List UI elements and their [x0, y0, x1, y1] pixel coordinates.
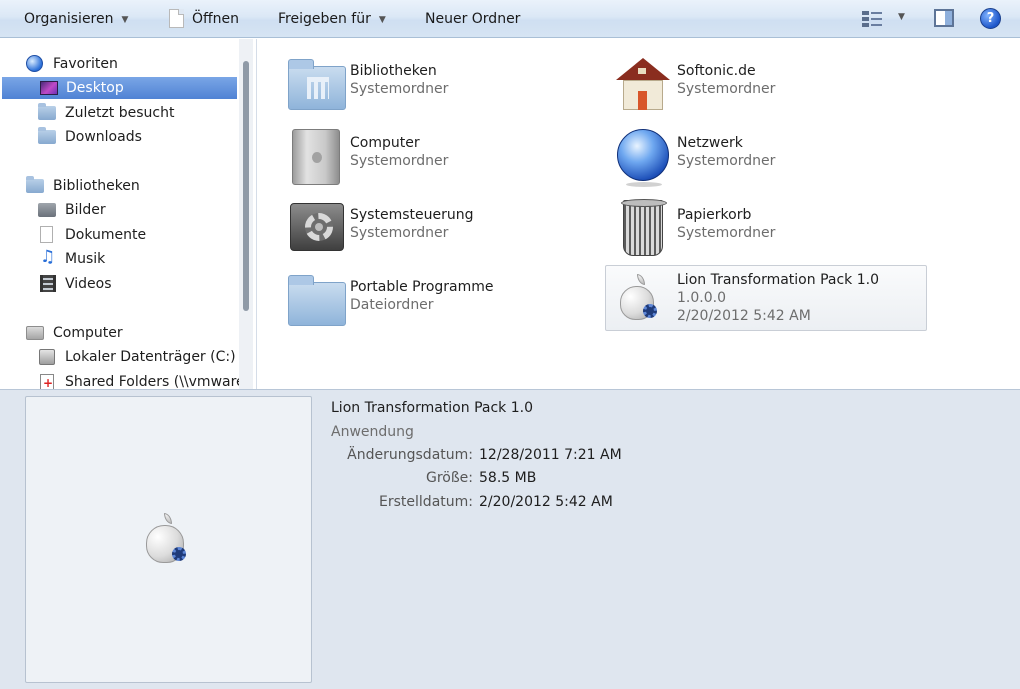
nav-item-label: Zuletzt besucht	[65, 105, 175, 121]
modified-label: Änderungsdatum:	[347, 447, 473, 463]
file-name: Netzwerk	[677, 135, 743, 151]
file-type: Systemordner	[350, 225, 449, 241]
file-list: Bibliotheken Systemordner Softonic.de Sy…	[258, 39, 1020, 389]
command-bar: Organisieren ▼ Öffnen Freigeben für ▼ Neue…	[0, 0, 1020, 38]
file-item-libraries[interactable]: Bibliotheken Systemordner	[276, 51, 596, 117]
file-name: Portable Programme	[350, 279, 494, 295]
file-item-recycle-bin[interactable]: Papierkorb Systemordner	[603, 195, 923, 261]
details-pane: Lion Transformation Pack 1.0 Anwendung Ä…	[0, 389, 1020, 689]
gear-icon	[286, 198, 344, 256]
nav-computer[interactable]: Computer	[26, 322, 123, 344]
nav-item-local-disk[interactable]: Lokaler Datenträger (C:)	[38, 346, 236, 368]
file-name: Bibliotheken	[350, 63, 437, 79]
size-value: 58.5 MB	[479, 470, 537, 486]
pictures-icon	[38, 203, 56, 217]
file-name: Systemsteuerung	[350, 207, 474, 223]
nav-computer-label: Computer	[53, 325, 123, 341]
file-name: Lion Transformation Pack 1.0	[677, 272, 879, 288]
created-label: Erstelldatum:	[379, 494, 473, 510]
chevron-down-icon[interactable]: ▼	[898, 12, 905, 22]
network-drive-icon	[40, 372, 54, 389]
chevron-down-icon: ▼	[378, 15, 386, 25]
nav-item-label: Dokumente	[65, 227, 147, 243]
apple-icon	[614, 268, 672, 326]
created-value: 2/20/2012 5:42 AM	[479, 494, 613, 510]
navigation-pane: Favoriten Desktop Zuletzt besucht Downlo…	[0, 39, 257, 389]
recent-places-icon	[38, 103, 56, 120]
downloads-icon	[38, 127, 56, 144]
nav-item-documents[interactable]: Dokumente	[38, 224, 146, 246]
organize-label: Organisieren	[24, 11, 114, 27]
change-view-icon[interactable]	[862, 10, 884, 28]
nav-item-label: Desktop	[66, 80, 124, 96]
favorites-star-icon	[26, 55, 43, 72]
file-type: Systemordner	[350, 153, 449, 169]
nav-item-recent[interactable]: Zuletzt besucht	[38, 102, 174, 124]
file-item-control-panel[interactable]: Systemsteuerung Systemordner	[276, 195, 596, 261]
modified-value: 12/28/2011 7:21 AM	[479, 447, 622, 463]
preview-box	[25, 396, 312, 683]
libraries-icon	[26, 176, 44, 193]
size-label: Größe:	[425, 470, 473, 486]
file-item-lion-pack[interactable]: Lion Transformation Pack 1.0 1.0.0.0 2/2…	[605, 265, 927, 331]
file-item-softonic[interactable]: Softonic.de Systemordner	[603, 51, 923, 117]
house-icon	[613, 54, 671, 112]
file-type: Dateiordner	[350, 297, 434, 313]
nav-item-desktop[interactable]: Desktop	[2, 77, 237, 99]
details-type: Anwendung	[331, 424, 414, 440]
open-button[interactable]: Öffnen	[192, 9, 239, 29]
folder-icon	[286, 270, 346, 328]
nav-item-downloads[interactable]: Downloads	[38, 126, 142, 148]
file-date: 2/20/2012 5:42 AM	[677, 308, 811, 324]
sidebar-scroll-thumb[interactable]	[243, 61, 249, 311]
libraries-folder-icon	[286, 54, 346, 112]
nav-item-music[interactable]: ♫ Musik	[38, 248, 105, 270]
share-button[interactable]: Freigeben für ▼	[278, 9, 386, 29]
new-folder-label: Neuer Ordner	[425, 11, 521, 27]
nav-item-label: Downloads	[65, 129, 142, 145]
help-icon[interactable]: ?	[980, 8, 1001, 29]
video-film-icon	[40, 275, 56, 292]
file-type: Systemordner	[677, 225, 776, 241]
file-name: Softonic.de	[677, 63, 756, 79]
new-folder-button[interactable]: Neuer Ordner	[425, 9, 520, 29]
nav-favorites-label: Favoriten	[53, 56, 118, 72]
network-globe-icon	[613, 126, 671, 187]
document-icon	[169, 9, 184, 28]
file-name: Papierkorb	[677, 207, 752, 223]
nav-item-pictures[interactable]: Bilder	[38, 199, 106, 221]
file-item-portable-programs[interactable]: Portable Programme Dateiordner	[276, 267, 596, 333]
nav-libraries-label: Bibliotheken	[53, 178, 140, 194]
organize-button[interactable]: Organisieren ▼	[24, 9, 128, 29]
hard-drive-icon	[39, 349, 55, 365]
details-title: Lion Transformation Pack 1.0	[331, 400, 533, 416]
nav-item-label: Videos	[65, 276, 112, 292]
nav-item-videos[interactable]: Videos	[38, 273, 112, 295]
nav-libraries[interactable]: Bibliotheken	[26, 175, 140, 197]
computer-tower-icon	[286, 126, 344, 185]
nav-favorites[interactable]: Favoriten	[26, 53, 118, 75]
nav-item-label: Musik	[65, 251, 106, 267]
nav-item-label: Lokaler Datenträger (C:)	[65, 349, 236, 365]
file-name: Computer	[350, 135, 420, 151]
computer-icon	[26, 326, 44, 340]
file-version: 1.0.0.0	[677, 290, 726, 306]
nav-item-shared-folders[interactable]: Shared Folders (\\vmware-	[38, 371, 250, 389]
file-type: Systemordner	[677, 81, 776, 97]
nav-item-label: Shared Folders (\\vmware-	[65, 374, 250, 389]
share-label: Freigeben für	[278, 11, 371, 27]
trash-icon	[613, 198, 671, 256]
open-label: Öffnen	[192, 11, 240, 27]
file-type: Systemordner	[677, 153, 776, 169]
file-item-computer[interactable]: Computer Systemordner	[276, 123, 596, 189]
chevron-down-icon: ▼	[121, 15, 129, 25]
nav-item-label: Bilder	[65, 202, 106, 218]
file-item-network[interactable]: Netzwerk Systemordner	[603, 123, 923, 189]
documents-icon	[40, 226, 53, 243]
file-type: Systemordner	[350, 81, 449, 97]
desktop-icon	[40, 81, 58, 95]
music-note-icon: ♫	[40, 247, 56, 267]
preview-pane-icon[interactable]	[934, 9, 954, 27]
